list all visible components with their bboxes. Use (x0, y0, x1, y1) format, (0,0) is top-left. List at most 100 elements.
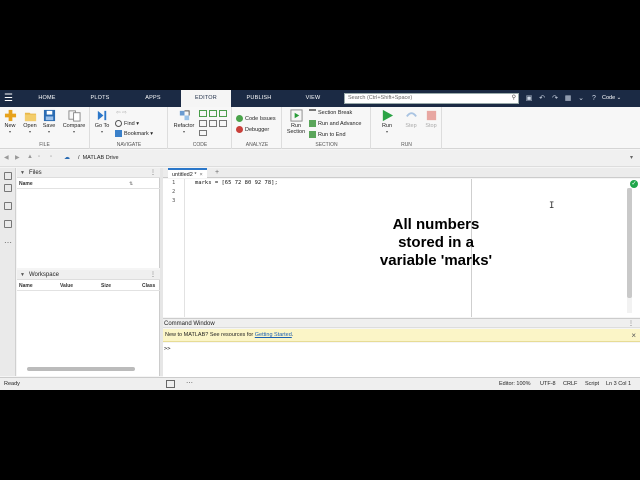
scrollbar-thumb[interactable] (27, 367, 135, 371)
status-cursor-position: Ln 3 Col 1 (606, 381, 632, 387)
command-window-header[interactable]: Command Window ⋮ (163, 318, 640, 328)
search-icon: ⚲ (511, 95, 516, 101)
run-to-end-button[interactable]: Run to End (309, 131, 346, 140)
status-line-ending[interactable]: CRLF (563, 378, 577, 390)
uncomment-icon[interactable] (209, 110, 217, 117)
sort-icon[interactable]: ⇅ (129, 180, 133, 189)
tab-view[interactable]: VIEW (298, 90, 328, 107)
scrollbar-thumb[interactable] (627, 188, 632, 298)
increase-indent-icon[interactable] (209, 120, 217, 127)
collapse-icon[interactable]: ▼ (20, 168, 25, 178)
path-separator: / (78, 155, 80, 161)
tab-plots[interactable]: PLOTS (84, 90, 116, 107)
redo-icon[interactable]: ↷ (550, 93, 560, 104)
debugger-button[interactable]: Debugger (236, 126, 269, 135)
tab-home[interactable]: HOME (30, 90, 64, 107)
floppy-icon (43, 109, 55, 122)
run-section-button[interactable]: Run Section (284, 109, 308, 135)
decrease-indent-icon[interactable] (219, 120, 227, 127)
editor-vertical-scrollbar[interactable] (627, 188, 632, 313)
save-icon[interactable]: ▣ (524, 93, 534, 104)
ribbon-group-code: Refactor ▾ CODE (169, 107, 232, 149)
run-button[interactable]: Run ▾ (378, 109, 396, 134)
undo-icon[interactable]: ↶ (537, 93, 547, 104)
go-to-button[interactable]: Go To ▾ (93, 109, 111, 134)
workspace-column-header[interactable]: Name Value Size Class (17, 282, 160, 291)
up-folder-icon[interactable]: ▲ (27, 154, 33, 160)
tab-editor[interactable]: EDITOR (181, 90, 231, 107)
workspace-panel-icon[interactable] (4, 184, 12, 192)
code-menu-button[interactable]: Code ⌄ (602, 90, 621, 107)
bookmark-icon (115, 130, 122, 138)
collapse-icon[interactable]: ▼ (20, 270, 25, 280)
status-encoding[interactable]: UTF-8 (540, 378, 556, 390)
menu-icon[interactable]: ☰ (4, 93, 16, 104)
search-input[interactable]: Search (Ctrl+Shift+Space) ⚲ (344, 93, 519, 104)
close-icon[interactable]: × (631, 329, 636, 342)
code-group-label: CODE (192, 142, 208, 148)
project-icon[interactable] (4, 202, 12, 210)
status-zoom[interactable]: Editor: 100% (499, 378, 531, 390)
path-label: MATLAB Drive (82, 155, 119, 161)
command-window[interactable]: >> (163, 343, 640, 377)
browse-icon[interactable]: ▫ (38, 154, 40, 160)
chevron-down-icon[interactable]: ▾ (630, 154, 633, 161)
forward-arrow-icon[interactable]: ▶ (15, 154, 20, 161)
run-and-advance-button[interactable]: Run and Advance (309, 120, 361, 129)
step-icon (405, 112, 417, 118)
more-icon[interactable]: ⋯ (4, 238, 12, 247)
workspace-panel: ▼ Workspace ⋮ Name Value Size Class (17, 270, 160, 376)
wrap-icon[interactable] (219, 110, 227, 117)
save-button[interactable]: Save ▾ (41, 109, 57, 134)
workspace-panel-header[interactable]: ▼ Workspace ⋮ (17, 270, 160, 280)
check-icon[interactable]: ✓ (630, 180, 638, 188)
more-icon[interactable]: ⋯ (186, 378, 193, 390)
new-tab-icon[interactable]: + (215, 168, 219, 178)
format-icon[interactable] (199, 130, 207, 136)
tab-publish[interactable]: PUBLISH (240, 90, 278, 107)
close-icon[interactable]: × (199, 172, 202, 178)
layout-icon[interactable]: ▦ (563, 93, 573, 104)
panel-menu-icon[interactable]: ⋮ (150, 270, 156, 280)
step-button[interactable]: Step (402, 109, 420, 129)
layout-icon[interactable] (166, 380, 175, 388)
chevron-down-icon[interactable]: ⌄ (576, 93, 586, 104)
bookmark-button[interactable]: Bookmark ▾ (115, 130, 153, 139)
workspace-column-size: Size (101, 283, 112, 289)
stop-button[interactable]: Stop (422, 109, 440, 129)
refactor-button[interactable]: Refactor ▾ (171, 109, 197, 134)
search-placeholder: Search (Ctrl+Shift+Space) (348, 95, 413, 101)
help-icon[interactable]: ? (589, 93, 599, 104)
comment-icon[interactable] (199, 110, 207, 117)
code-issues-button[interactable]: Code Issues (236, 115, 276, 124)
files-panel-icon[interactable] (4, 172, 12, 180)
source-control-icon[interactable] (4, 220, 12, 228)
code-editor[interactable]: 1 2 3 marks = [65 72 80 92 78]; All numb… (163, 179, 640, 317)
back-arrow-icon[interactable]: ◀ (4, 154, 9, 161)
compare-button[interactable]: Compare ▾ (59, 109, 89, 134)
indent-icon[interactable] (199, 120, 207, 127)
tab-apps[interactable]: APPS (136, 90, 170, 107)
panel-menu-icon[interactable]: ⋮ (150, 168, 156, 178)
back-forward-icon[interactable]: ⇦ ⇨ (116, 109, 127, 118)
open-button[interactable]: Open ▾ (20, 109, 40, 134)
browse-folder-icon[interactable]: ▫ (50, 154, 52, 160)
files-column-header[interactable]: Name ⇅ (17, 180, 160, 189)
new-button[interactable]: New ▾ (2, 109, 18, 134)
section-break-icon (309, 109, 316, 116)
workspace-horizontal-scrollbar[interactable] (17, 366, 160, 372)
code-issues-label: Code Issues (245, 116, 276, 122)
code-line[interactable]: marks = [65 72 80 92 78]; (195, 180, 278, 186)
files-panel-header[interactable]: ▼ Files ⋮ (17, 168, 160, 178)
editor-tab-untitled2[interactable]: untitled2 * × (168, 168, 207, 178)
run-group-label: RUN (401, 142, 412, 148)
run-advance-icon (309, 120, 316, 128)
status-ready: Ready (4, 381, 20, 387)
section-break-button[interactable]: Section Break (309, 109, 352, 118)
current-folder-path[interactable]: / MATLAB Drive (78, 155, 119, 161)
ribbon-group-run: Run ▾ Step Stop RUN (372, 107, 442, 149)
status-language[interactable]: Script (585, 378, 599, 390)
panel-menu-icon[interactable]: ⋮ (628, 319, 634, 329)
getting-started-link[interactable]: Getting Started (255, 332, 292, 338)
find-button[interactable]: Find ▾ (115, 120, 139, 129)
